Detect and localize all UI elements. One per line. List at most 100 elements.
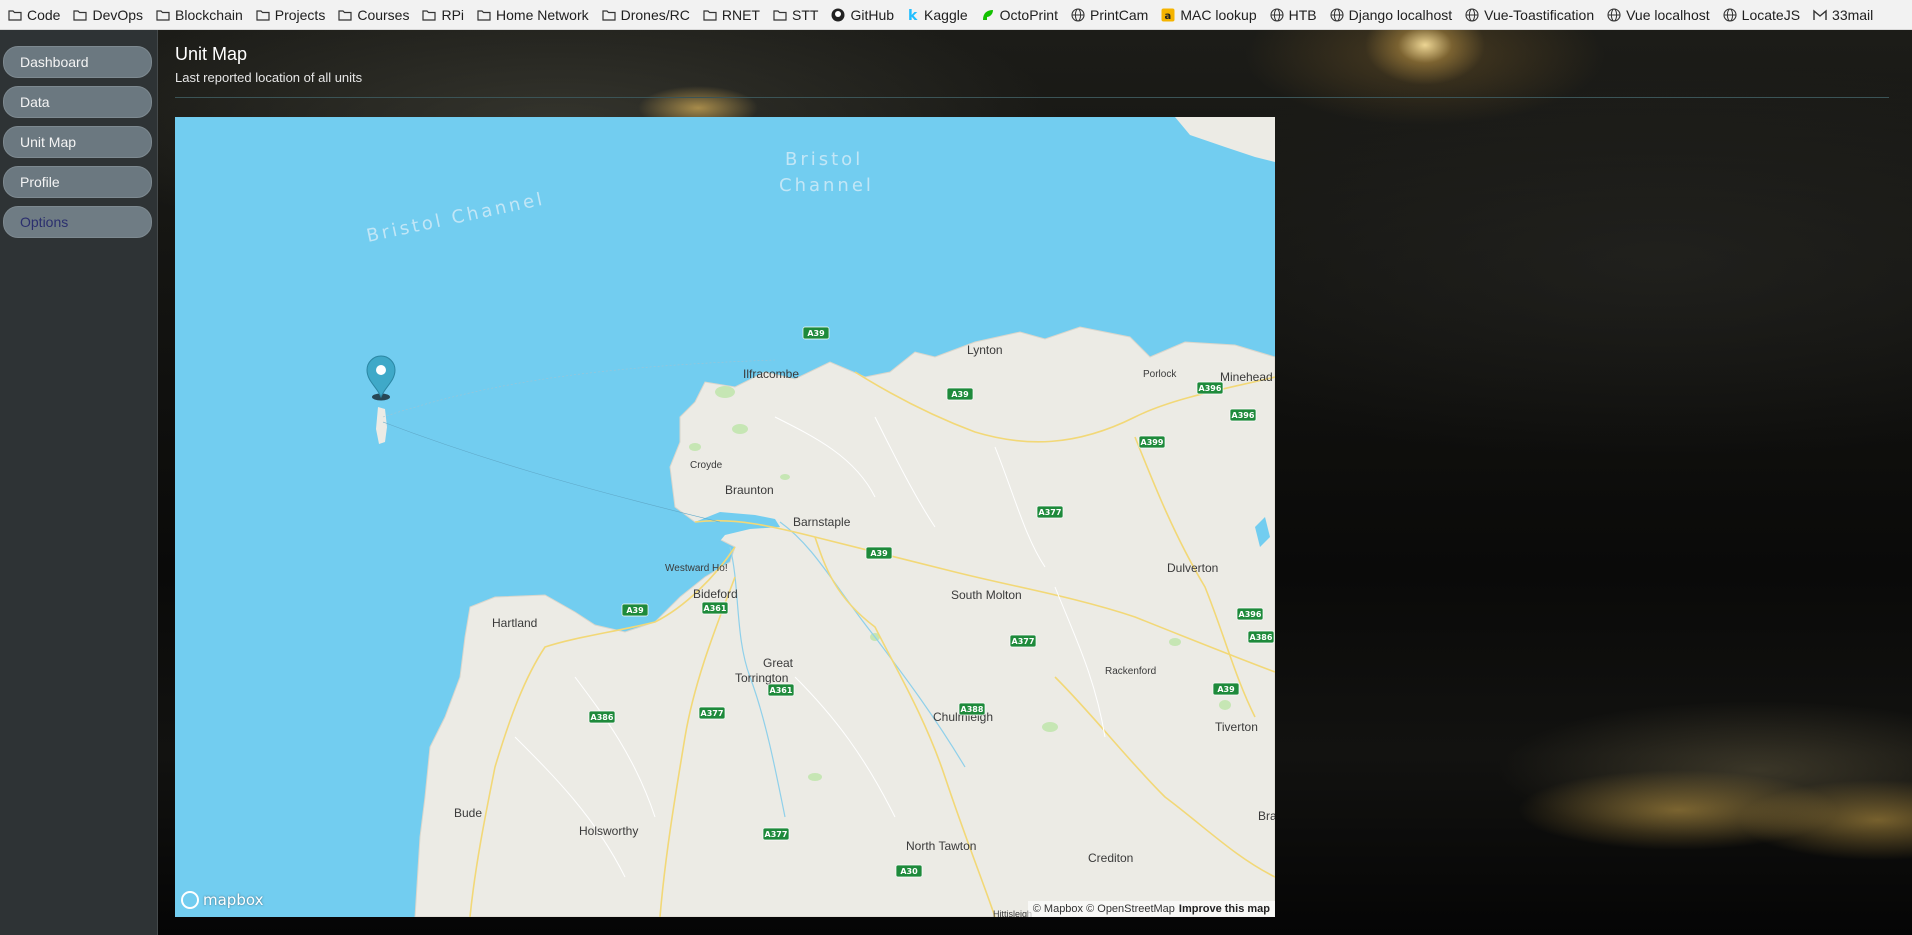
road-badge: A377 xyxy=(762,827,790,841)
improve-map-link[interactable]: Improve this map xyxy=(1179,903,1270,915)
road-badge-label: A388 xyxy=(961,705,984,714)
bookmark-printcam[interactable]: PrintCam xyxy=(1071,7,1148,23)
bookmark-github[interactable]: GitHub xyxy=(831,7,894,23)
road-badge: A361 xyxy=(767,683,795,697)
globe-icon xyxy=(1330,7,1349,22)
water-label: Bristol xyxy=(785,149,863,170)
bookmark-code[interactable]: Code xyxy=(8,7,60,23)
sidebar-item-options[interactable]: Options xyxy=(3,206,152,238)
sidebar-item-unit-map[interactable]: Unit Map xyxy=(3,126,152,158)
road-badge-label: A39 xyxy=(951,390,969,399)
place-label: Bra xyxy=(1258,809,1275,823)
mapbox-icon xyxy=(181,891,199,909)
bookmark-label: Courses xyxy=(357,6,410,23)
sidebar: Dashboard Data Unit Map Profile Options xyxy=(0,30,158,935)
road-badge-label: A396 xyxy=(1232,411,1255,420)
bookmark-mac-lookup[interactable]: a MAC lookup xyxy=(1161,7,1257,23)
bookmark-devops[interactable]: DevOps xyxy=(73,7,143,23)
place-label: Westward Ho! xyxy=(665,563,728,574)
svg-text:a: a xyxy=(1165,11,1172,22)
road-badge: A39 xyxy=(621,603,649,617)
water-label: Channel xyxy=(779,175,874,196)
folder-icon xyxy=(156,9,175,21)
place-label: Porlock xyxy=(1143,369,1177,380)
sidebar-item-label: Unit Map xyxy=(20,134,77,150)
bookmark-stt[interactable]: STT xyxy=(773,7,818,23)
bookmark-label: Projects xyxy=(274,6,326,23)
sidebar-item-label: Data xyxy=(20,94,50,110)
road-badge: A386 xyxy=(1247,630,1275,644)
road-badge: A39 xyxy=(1212,682,1240,696)
bookmark-kaggle[interactable]: k Kaggle xyxy=(907,7,968,23)
road-badge: A396 xyxy=(1236,607,1264,621)
place-label: Torrington xyxy=(735,671,788,685)
bookmark-octoprint[interactable]: OctoPrint xyxy=(981,7,1058,23)
github-icon xyxy=(831,8,850,22)
unit-map[interactable]: Bristol Channel Bristol Channel Lynton I… xyxy=(175,117,1275,917)
33mail-icon xyxy=(1813,9,1832,21)
bookmark-vue-toastification[interactable]: Vue-Toastification xyxy=(1465,7,1594,23)
road-badge-label: A39 xyxy=(626,606,644,615)
globe-icon xyxy=(1270,7,1289,22)
road-badge: A39 xyxy=(946,387,974,401)
mapbox-logo[interactable]: mapbox xyxy=(181,891,263,909)
bookmark-projects[interactable]: Projects xyxy=(256,6,326,23)
bookmark-label: Drones/RC xyxy=(620,6,690,23)
bookmark-label: OctoPrint xyxy=(999,6,1058,23)
sidebar-item-dashboard[interactable]: Dashboard xyxy=(3,46,152,78)
mapbox-logo-text: mapbox xyxy=(203,891,264,909)
bookmark-courses[interactable]: Courses xyxy=(338,7,409,23)
map-canvas[interactable]: Bristol Channel Bristol Channel Lynton I… xyxy=(175,117,1275,917)
folder-icon xyxy=(338,9,357,21)
bookmark-drones-rc[interactable]: Drones/RC xyxy=(602,7,690,23)
road-badge: A377 xyxy=(1009,634,1037,648)
page-title: Unit Map xyxy=(175,44,248,64)
road-badge: A30 xyxy=(895,864,923,878)
bookmark-vue-localhost[interactable]: Vue localhost xyxy=(1607,7,1710,23)
bookmark-label: Django localhost xyxy=(1348,6,1453,23)
sidebar-item-profile[interactable]: Profile xyxy=(3,166,152,198)
bookmark-htb[interactable]: HTB xyxy=(1270,7,1317,23)
place-label: Hittisleigh xyxy=(993,909,1032,917)
bookmark-blockchain[interactable]: Blockchain xyxy=(156,7,243,23)
bookmark-rpi[interactable]: RPi xyxy=(422,7,464,23)
bookmark-home-network[interactable]: Home Network xyxy=(477,7,589,23)
folder-icon xyxy=(773,9,792,21)
bookmark-django-localhost[interactable]: Django localhost xyxy=(1330,6,1453,23)
road-badge-label: A377 xyxy=(1039,508,1062,517)
bookmark-locatejs[interactable]: LocateJS xyxy=(1723,7,1800,23)
bookmark-label: Vue-Toastification xyxy=(1484,6,1595,23)
place-label: Crediton xyxy=(1088,851,1133,865)
sidebar-item-label: Profile xyxy=(20,174,60,190)
boundary-line xyxy=(382,421,721,523)
place-label: Dulverton xyxy=(1167,561,1218,575)
road-badge: A39 xyxy=(865,546,893,560)
svg-text:k: k xyxy=(908,8,918,22)
sidebar-item-label: Options xyxy=(20,214,69,230)
sidebar-item-data[interactable]: Data xyxy=(3,86,152,118)
place-label: Bideford xyxy=(693,587,738,601)
road-badge-label: A39 xyxy=(807,329,825,338)
place-label: Great xyxy=(763,656,794,670)
road-badge: A388 xyxy=(958,702,986,716)
page-subtitle: Last reported location of all units xyxy=(175,70,363,85)
road-badge: A39 xyxy=(802,326,830,340)
bookmark-label: Vue localhost xyxy=(1626,6,1710,23)
road-badge-label: A39 xyxy=(870,549,888,558)
bookmark-33mail[interactable]: 33mail xyxy=(1813,7,1873,23)
globe-icon xyxy=(1465,7,1484,22)
bookmark-rnet[interactable]: RNET xyxy=(703,7,760,23)
bookmark-label: GitHub xyxy=(850,6,895,23)
road-badge: A396 xyxy=(1229,408,1257,422)
folder-icon xyxy=(8,9,27,21)
place-label: Ilfracombe xyxy=(743,367,799,381)
road-badge-label: A377 xyxy=(765,830,788,839)
lundy-island xyxy=(376,407,387,444)
place-label: Lynton xyxy=(967,343,1003,357)
road-badge-label: A377 xyxy=(1012,637,1035,646)
place-label: Barnstaple xyxy=(793,515,851,529)
attribution-text[interactable]: © Mapbox © OpenStreetMap xyxy=(1033,903,1175,915)
kaggle-icon: k xyxy=(907,8,924,22)
road-badge-label: A386 xyxy=(1250,633,1273,642)
unit-location-marker[interactable] xyxy=(366,355,396,401)
